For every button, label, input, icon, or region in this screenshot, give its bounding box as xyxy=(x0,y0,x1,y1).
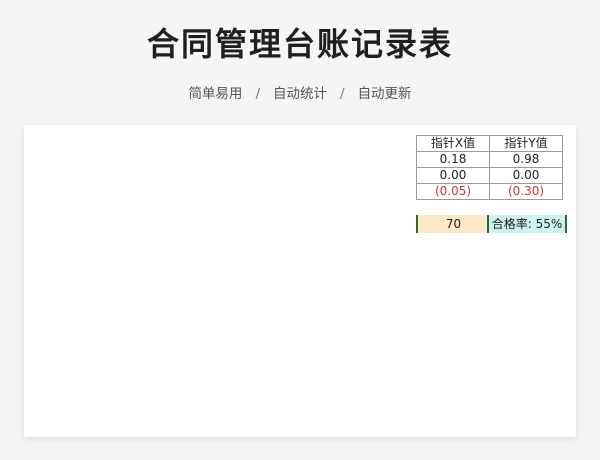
table-row: 0.18 0.98 xyxy=(416,151,563,168)
header-pointer-x[interactable]: 指针X值 xyxy=(416,135,490,152)
spreadsheet-area[interactable]: 指针X值 指针Y值 0.18 0.98 0.00 0.00 (0.05) (0.… xyxy=(24,125,576,437)
page-title: 合同管理台账记录表 xyxy=(146,25,453,63)
cell-pointer-x[interactable]: 0.00 xyxy=(416,167,490,184)
feature-auto-statistics: 自动统计 xyxy=(273,86,327,102)
feature-tagline: 简单易用 / 自动统计 / 自动更新 xyxy=(0,84,600,104)
cell-pointer-y[interactable]: 0.98 xyxy=(489,151,563,168)
kpi-value-cell[interactable]: 70 xyxy=(416,215,489,233)
table-row: (0.05) (0.30) xyxy=(416,183,563,200)
pointer-values-table: 指针X值 指针Y值 0.18 0.98 0.00 0.00 (0.05) (0.… xyxy=(416,135,563,200)
feature-easy-to-use: 简单易用 xyxy=(188,86,243,102)
table-row: 0.00 0.00 xyxy=(416,167,563,184)
table-header-row: 指针X值 指针Y值 xyxy=(416,135,563,152)
cell-pointer-y[interactable]: (0.30) xyxy=(489,183,563,200)
feature-auto-update: 自动更新 xyxy=(357,86,412,102)
cell-pointer-x[interactable]: 0.18 xyxy=(416,151,490,168)
cell-pointer-y[interactable]: 0.00 xyxy=(489,167,563,184)
separator: / xyxy=(255,86,260,102)
separator: / xyxy=(340,86,345,102)
pass-rate-cell[interactable]: 合格率: 55% xyxy=(487,215,567,233)
header-pointer-y[interactable]: 指针Y值 xyxy=(489,135,563,152)
cell-pointer-x[interactable]: (0.05) xyxy=(416,183,490,200)
